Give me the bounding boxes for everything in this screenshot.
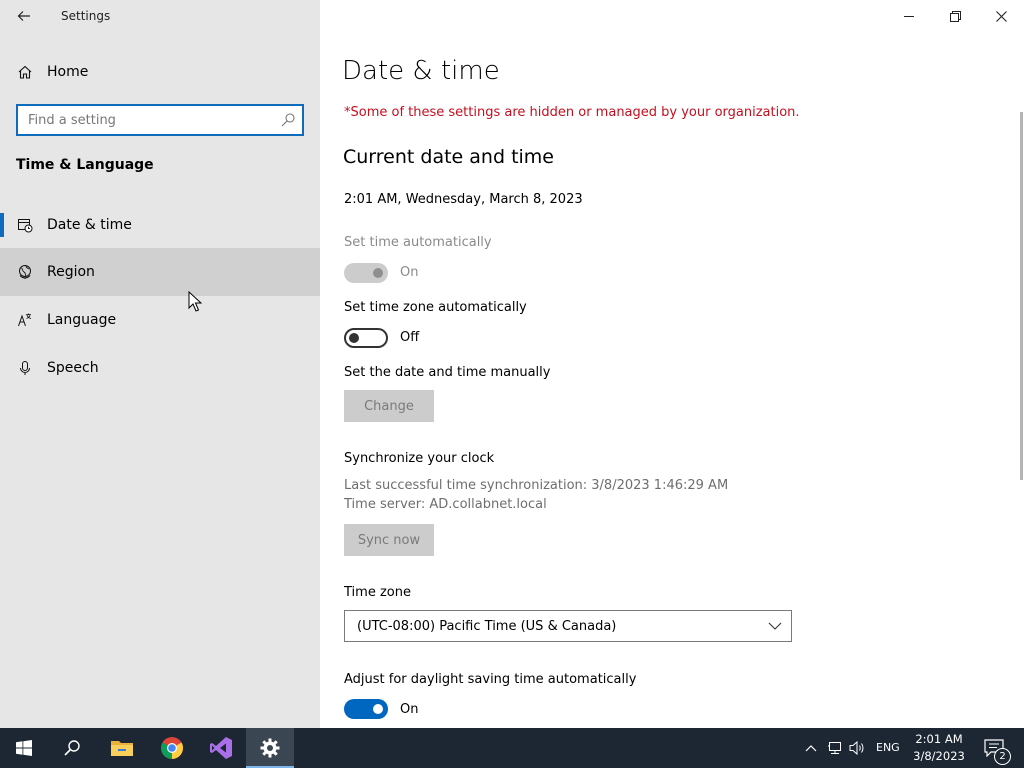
last-sync-text: Last successful time synchronization: 3/… bbox=[344, 478, 729, 493]
set-time-zone-automatically-toggle[interactable] bbox=[344, 328, 388, 348]
taskbar-clock[interactable]: 2:01 AM 3/8/2023 bbox=[904, 731, 974, 765]
app-title: Settings bbox=[61, 9, 111, 23]
minimize-button[interactable] bbox=[886, 0, 932, 32]
set-time-zone-automatically-state: Off bbox=[400, 330, 420, 345]
set-time-automatically-label: Set time automatically bbox=[344, 235, 492, 250]
set-time-automatically-state: On bbox=[400, 265, 419, 280]
chrome-icon bbox=[161, 737, 183, 759]
chevron-down-icon bbox=[768, 622, 782, 630]
microphone-icon bbox=[20, 361, 30, 375]
taskbar: ENG 2:01 AM 3/8/2023 2 bbox=[0, 728, 1024, 768]
date-time-icon bbox=[18, 219, 33, 233]
file-explorer-button[interactable] bbox=[98, 728, 146, 768]
sidebar-item-label: Speech bbox=[47, 360, 99, 376]
time-server-text: Time server: AD.collabnet.local bbox=[344, 497, 547, 512]
change-button[interactable]: Change bbox=[344, 390, 434, 422]
start-button[interactable] bbox=[0, 728, 48, 768]
sidebar-item-language[interactable]: Language bbox=[0, 296, 320, 344]
sidebar-item-label: Date & time bbox=[47, 217, 132, 233]
current-date-time-header: Current date and time bbox=[343, 146, 554, 168]
section-title: Time & Language bbox=[16, 157, 154, 173]
current-date-time-value: 2:01 AM, Wednesday, March 8, 2023 bbox=[344, 192, 583, 207]
restore-icon bbox=[949, 10, 961, 22]
org-warning-text: *Some of these settings are hidden or ma… bbox=[344, 105, 800, 120]
back-button[interactable] bbox=[8, 4, 40, 28]
clock-time: 2:01 AM bbox=[915, 732, 963, 746]
time-zone-dropdown[interactable]: (UTC-08:00) Pacific Time (US & Canada) bbox=[344, 610, 792, 642]
search-icon bbox=[64, 740, 80, 756]
language-icon bbox=[18, 313, 32, 327]
close-button[interactable] bbox=[978, 0, 1024, 32]
action-center-button[interactable]: 2 bbox=[980, 728, 1024, 768]
time-zone-label: Time zone bbox=[344, 585, 411, 600]
sidebar-item-label: Home bbox=[47, 64, 89, 80]
sidebar-item-speech[interactable]: Speech bbox=[0, 344, 320, 392]
chrome-button[interactable] bbox=[148, 728, 196, 768]
settings-icon bbox=[260, 738, 280, 758]
sidebar-item-region[interactable]: Region bbox=[0, 248, 320, 296]
file-explorer-icon bbox=[111, 741, 133, 756]
daylight-saving-label: Adjust for daylight saving time automati… bbox=[344, 672, 637, 687]
visual-studio-icon bbox=[210, 737, 232, 759]
notification-count-badge: 2 bbox=[994, 748, 1011, 765]
sync-now-button[interactable]: Sync now bbox=[344, 524, 434, 556]
time-zone-selected-value: (UTC-08:00) Pacific Time (US & Canada) bbox=[357, 619, 617, 634]
taskbar-search-button[interactable] bbox=[48, 728, 96, 768]
search-input[interactable] bbox=[18, 106, 278, 134]
settings-taskbar-button[interactable] bbox=[246, 728, 294, 768]
sidebar-item-home[interactable]: Home bbox=[0, 56, 320, 90]
clock-date: 3/8/2023 bbox=[913, 749, 965, 763]
back-arrow-icon bbox=[17, 11, 30, 21]
home-icon bbox=[18, 65, 32, 79]
daylight-saving-toggle[interactable] bbox=[344, 699, 388, 719]
sidebar-item-label: Language bbox=[47, 312, 117, 328]
toggle-knob bbox=[349, 333, 359, 343]
daylight-saving-state: On bbox=[400, 702, 419, 717]
show-hidden-icons-button[interactable] bbox=[802, 738, 820, 758]
selection-indicator bbox=[0, 213, 4, 237]
toggle-knob bbox=[373, 268, 383, 278]
volume-button[interactable] bbox=[849, 738, 867, 758]
visual-studio-button[interactable] bbox=[197, 728, 245, 768]
sidebar-item-date-time[interactable]: Date & time bbox=[0, 201, 320, 249]
restore-button[interactable] bbox=[932, 0, 978, 32]
scrollbar[interactable] bbox=[1020, 112, 1023, 480]
set-time-zone-automatically-label: Set time zone automatically bbox=[344, 300, 527, 315]
notification-count: 2 bbox=[999, 751, 1006, 762]
start-icon bbox=[16, 740, 32, 756]
settings-sidebar: Settings Home Time & Language Date & tim… bbox=[0, 0, 320, 728]
set-date-time-manually-label: Set the date and time manually bbox=[344, 365, 551, 380]
sidebar-item-label: Region bbox=[47, 264, 95, 280]
volume-icon bbox=[849, 740, 864, 756]
sync-clock-header: Synchronize your clock bbox=[344, 451, 495, 466]
chevron-up-icon bbox=[805, 745, 817, 752]
page-title: Date & time bbox=[342, 56, 500, 86]
close-icon bbox=[995, 10, 1007, 22]
mouse-cursor-icon bbox=[188, 291, 202, 312]
network-button[interactable] bbox=[826, 738, 844, 758]
set-time-automatically-toggle bbox=[344, 263, 388, 283]
input-language-indicator[interactable]: ENG bbox=[876, 741, 900, 754]
region-icon bbox=[19, 265, 31, 279]
network-icon bbox=[828, 742, 841, 754]
search-box[interactable] bbox=[16, 104, 304, 136]
search-icon bbox=[281, 113, 295, 127]
minimize-icon bbox=[904, 16, 914, 17]
toggle-knob bbox=[373, 704, 383, 714]
